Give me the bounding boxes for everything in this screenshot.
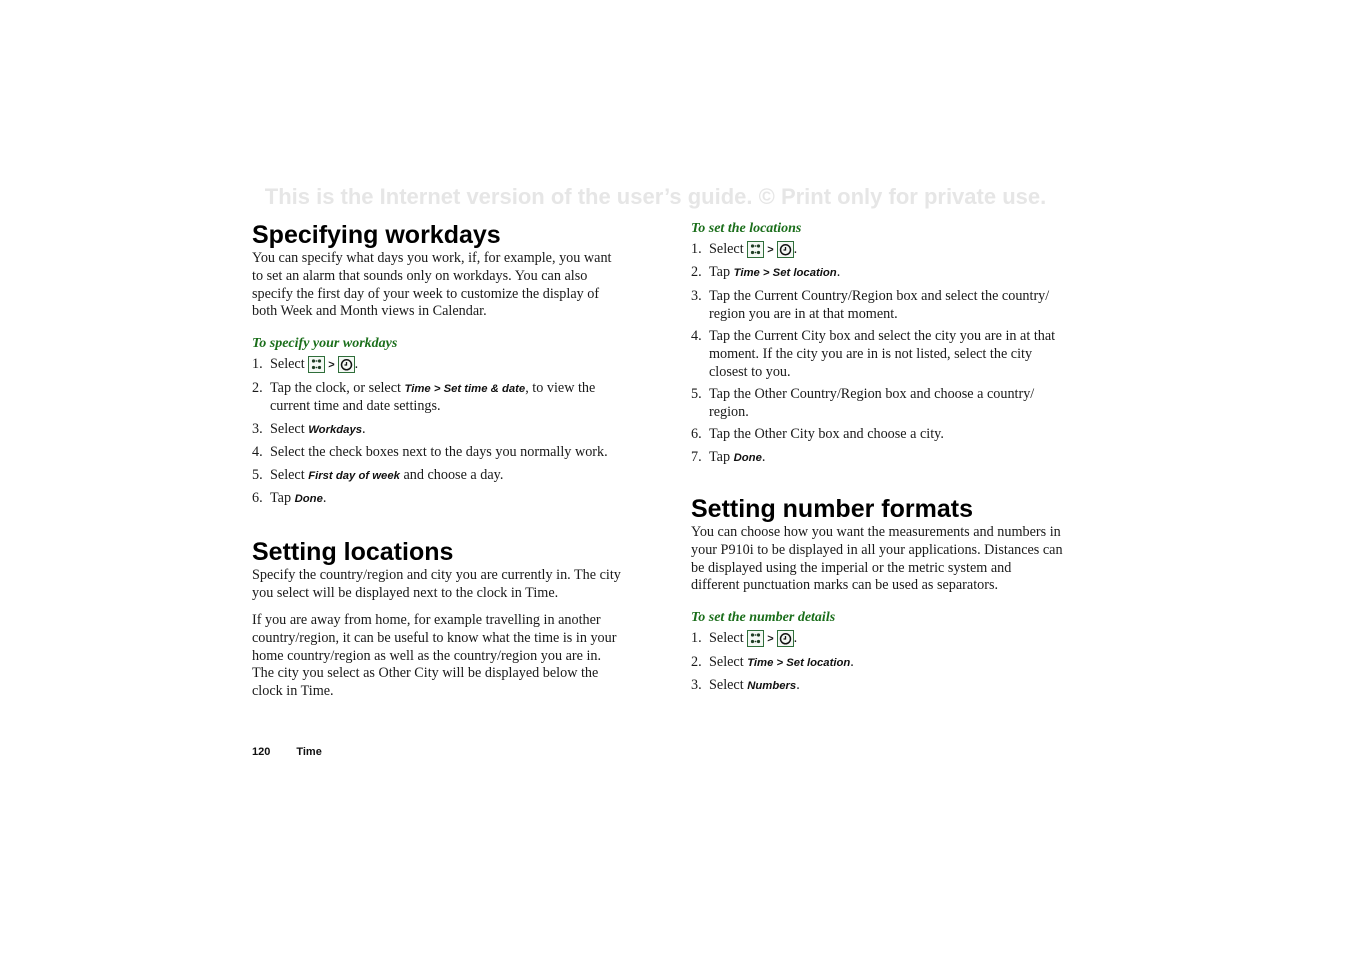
step-item: 1. Select >. <box>252 356 624 375</box>
separator-arrow: > <box>767 244 774 256</box>
step-number: 4. <box>252 444 263 461</box>
watermark-notice: This is the Internet version of the user… <box>264 184 1047 209</box>
left-column: Specifying workdays You can specify what… <box>252 220 624 701</box>
heading-specifying-workdays: Specifying workdays <box>252 221 501 249</box>
step-item: 4. Select the check boxes next to the day… <box>252 444 624 462</box>
procedure-title-locations: To set the locations <box>691 221 802 236</box>
page-number: 120 <box>252 746 271 758</box>
step-text: Select <box>709 653 748 670</box>
step-item: 1. Select >. <box>691 630 1063 649</box>
step-number: 3. <box>252 420 263 437</box>
step-number: 5. <box>252 466 263 483</box>
step-number: 7. <box>691 448 702 465</box>
step-text: Select <box>270 466 309 483</box>
step-text: Select <box>270 420 309 437</box>
clock-icon <box>776 630 794 648</box>
apps-grid-icon <box>747 241 765 258</box>
step-text: Tap <box>709 264 734 281</box>
step-text-end: . <box>836 264 841 281</box>
step-text: Tap <box>709 448 734 465</box>
step-number: 4. <box>691 327 702 344</box>
section-specifying-workdays: Specifying workdays You can specify what… <box>252 220 624 509</box>
step-item: 4. Tap the Current City box and select th… <box>691 328 1063 381</box>
locations-intro-1: Specify the country/region and city you … <box>252 567 621 602</box>
step-number: 1. <box>691 630 702 647</box>
step-number: 1. <box>252 356 263 373</box>
step-text-end: . <box>796 676 800 693</box>
step-text-end: and choose a day. <box>399 466 504 483</box>
step-text-end: . <box>322 489 327 506</box>
number-details-steps: 1. Select >. 2. Select Time > Set location.… <box>691 630 1063 696</box>
step-text: Tap the clock, or select <box>270 379 405 396</box>
step-number: 1. <box>691 241 702 257</box>
step-text: Select the check boxes next to the days … <box>270 444 608 461</box>
ui-command-label: Time > Set time & date <box>404 382 526 395</box>
step-text-end: . <box>761 448 766 465</box>
step-number: 5. <box>691 385 702 402</box>
section-setting-locations: Setting locations Specify the country/re… <box>252 537 624 701</box>
step-number: 2. <box>252 379 263 396</box>
ui-command-label: Time > Set location <box>747 656 851 669</box>
step-text-end: . <box>850 653 854 670</box>
ui-command-label: Done <box>733 451 762 464</box>
separator-arrow: > <box>328 359 335 372</box>
right-column: To set the locations 1. Select >. 2. Tap Ti… <box>691 220 1063 700</box>
ui-command-label: Workdays <box>308 423 363 436</box>
apps-grid-icon <box>308 356 326 374</box>
workdays-steps: 1. Select >. 2. Tap the clock, or select Ti… <box>252 356 624 509</box>
step-text: Tap <box>270 489 295 506</box>
step-text: Select <box>709 676 748 693</box>
step-item: 6. Tap the Other City box and choose a ci… <box>691 426 1063 444</box>
footer-section-name: Time <box>296 746 322 758</box>
step-item: 5. Select First day of week and choose a … <box>252 467 624 486</box>
procedure-title-workdays: To specify your workdays <box>252 336 398 352</box>
step-text-end: . <box>793 630 798 647</box>
workdays-intro: You can specify what days you work, if, … <box>252 250 612 320</box>
step-text-end: . <box>362 420 366 437</box>
step-item: 6. Tap Done. <box>252 490 624 509</box>
step-text: Tap the Other Country/Region box and cho… <box>709 385 1035 420</box>
step-number: 6. <box>691 426 702 443</box>
page-footer: 120 Time <box>252 746 322 758</box>
step-text-end: . <box>354 356 359 373</box>
step-item: 1. Select >. <box>691 241 1063 260</box>
section-set-locations-procedure: To set the locations 1. Select >. 2. Tap Ti… <box>691 220 1063 467</box>
number-formats-intro: You can choose how you want the measurem… <box>691 523 1063 594</box>
clock-icon <box>776 241 794 258</box>
step-item: 3. Tap the Current Country/Region box and… <box>691 288 1063 324</box>
step-item: 3. Select Workdays. <box>252 421 624 440</box>
step-text: Tap the Current Country/Region box and s… <box>709 287 1050 322</box>
heading-setting-locations: Setting locations <box>252 538 454 567</box>
step-number: 2. <box>691 653 702 670</box>
ui-command-label: First day of week <box>308 469 400 482</box>
step-text: Tap the Other City box and choose a city… <box>709 426 944 443</box>
step-item: 7. Tap Done. <box>691 449 1063 468</box>
procedure-title-number-details: To set the number details <box>691 610 836 626</box>
step-item: 3. Select Numbers. <box>691 677 1063 696</box>
step-number: 3. <box>691 676 702 693</box>
step-item: 2. Tap the clock, or select Time > Set ti… <box>252 380 624 417</box>
heading-setting-number-formats: Setting number formats <box>691 494 973 523</box>
step-text: Select <box>709 241 748 257</box>
section-setting-number-formats: Setting number formats You can choose ho… <box>691 494 1063 696</box>
step-item: 2. Select Time > Set location. <box>691 654 1063 673</box>
step-text: Select <box>709 630 748 647</box>
ui-command-label: Done <box>294 492 323 505</box>
separator-arrow: > <box>767 633 774 646</box>
step-text: Tap the Current City box and select the … <box>709 327 1056 380</box>
step-item: 5. Tap the Other Country/Region box and c… <box>691 386 1063 422</box>
step-number: 6. <box>252 489 263 506</box>
step-text-end: . <box>793 241 798 257</box>
locations-intro-2: If you are away from home, for example t… <box>252 611 617 700</box>
step-text: Select <box>270 356 309 373</box>
step-item: 2. Tap Time > Set location. <box>691 264 1063 283</box>
ui-command-label: Numbers <box>747 679 797 692</box>
ui-command-label: Time > Set location <box>733 267 837 280</box>
step-number: 2. <box>691 264 702 281</box>
locations-steps: 1. Select >. 2. Tap Time > Set location. 3. T… <box>691 241 1063 467</box>
clock-icon <box>337 356 355 374</box>
apps-grid-icon <box>747 630 765 648</box>
step-number: 3. <box>691 287 702 304</box>
